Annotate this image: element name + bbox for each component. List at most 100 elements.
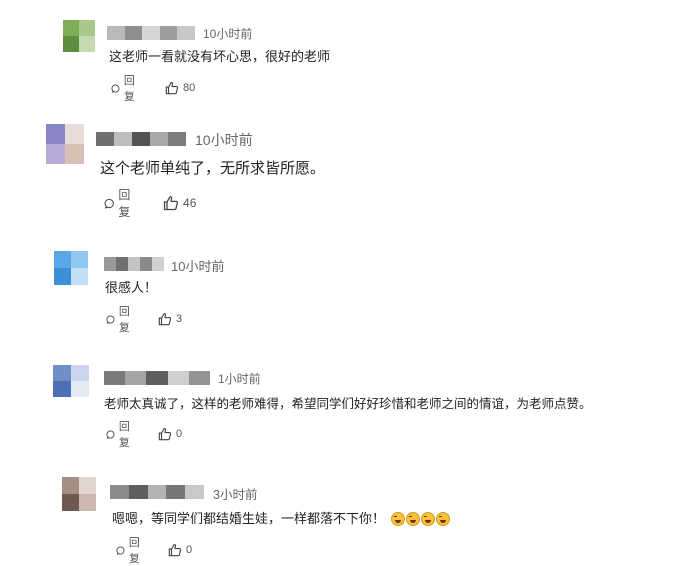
comment-time: 3小时前 bbox=[213, 488, 258, 502]
comment-text-content: 嗯嗯，等同学们都结婚生娃，一样都落不下你！ bbox=[112, 511, 386, 526]
comment-actions: 回复 46 bbox=[104, 186, 196, 220]
reply-bubble-icon bbox=[106, 314, 115, 324]
username-blurred[interactable] bbox=[104, 257, 164, 271]
nick-mosaic-block bbox=[150, 132, 168, 146]
comment-time: 10小时前 bbox=[203, 27, 253, 41]
reply-bubble-icon bbox=[116, 545, 125, 555]
comment-time: 10小时前 bbox=[195, 132, 253, 148]
avatar-pixel bbox=[79, 494, 96, 511]
nick-mosaic-block bbox=[128, 257, 140, 271]
nick-mosaic-block bbox=[185, 485, 204, 499]
like-button[interactable]: 0 bbox=[158, 427, 182, 441]
reply-button[interactable]: 回复 bbox=[106, 418, 134, 450]
like-count: 0 bbox=[186, 544, 193, 556]
thumbs-up-icon bbox=[168, 543, 182, 557]
like-count: 0 bbox=[176, 428, 183, 440]
nick-mosaic-block bbox=[168, 132, 186, 146]
avatar-pixel bbox=[71, 268, 88, 285]
nick-mosaic-block bbox=[125, 371, 147, 385]
reply-button[interactable]: 回复 bbox=[106, 303, 134, 335]
nick-mosaic-block bbox=[110, 485, 129, 499]
nick-mosaic-block bbox=[132, 132, 150, 146]
nick-mosaic-block bbox=[140, 257, 152, 271]
reply-label: 回复 bbox=[118, 421, 130, 449]
comment-time: 1小时前 bbox=[218, 372, 261, 386]
avatar-pixel bbox=[62, 477, 79, 494]
username-blurred[interactable] bbox=[107, 26, 195, 40]
avatar-pixel bbox=[65, 124, 84, 144]
avatar-pixel bbox=[63, 20, 79, 36]
avatar-pixel bbox=[71, 365, 89, 381]
reply-button[interactable]: 回复 bbox=[104, 186, 135, 220]
nick-mosaic-block bbox=[116, 257, 128, 271]
nick-mosaic-block bbox=[114, 132, 132, 146]
nick-mosaic-block bbox=[166, 485, 186, 499]
like-button[interactable]: 46 bbox=[163, 195, 196, 211]
avatar-pixel bbox=[79, 36, 95, 52]
comment-text: 这老师一看就没有坏心思，很好的老师 bbox=[109, 49, 331, 64]
nick-mosaic-block bbox=[142, 26, 160, 40]
comment-text: 很感人！ bbox=[105, 280, 158, 295]
laughing-face-icon bbox=[436, 512, 451, 526]
reply-bubble-icon bbox=[104, 198, 114, 209]
like-count: 46 bbox=[183, 196, 197, 210]
reply-label: 回复 bbox=[118, 306, 130, 334]
reply-label: 回复 bbox=[123, 75, 135, 103]
nick-mosaic-block bbox=[124, 26, 143, 40]
reply-bubble-icon bbox=[111, 83, 120, 93]
nick-mosaic-block bbox=[177, 26, 195, 40]
avatar-pixel bbox=[54, 268, 71, 285]
reply-bubble-icon bbox=[106, 429, 115, 439]
like-count: 80 bbox=[183, 82, 196, 94]
avatar-pixel bbox=[79, 20, 95, 36]
avatar-pixel bbox=[46, 124, 65, 144]
username-blurred[interactable] bbox=[110, 485, 204, 499]
avatar-pixel bbox=[53, 381, 71, 397]
like-button[interactable]: 0 bbox=[168, 543, 192, 557]
avatar-pixel bbox=[54, 251, 71, 268]
avatar-pixel bbox=[63, 36, 79, 52]
avatar-pixel bbox=[79, 477, 96, 494]
avatar-pixel bbox=[65, 144, 84, 164]
reply-label: 回复 bbox=[118, 188, 131, 219]
reply-label: 回复 bbox=[128, 537, 140, 565]
comment-text: 老师太真诚了，这样的老师难得，希望同学们好好珍惜和老师之间的情谊，为老师点赞。 bbox=[104, 397, 592, 411]
laughing-face-icon bbox=[406, 512, 421, 526]
thumbs-up-icon bbox=[165, 81, 179, 95]
nick-mosaic-block bbox=[152, 257, 164, 271]
thumbs-up-icon bbox=[158, 312, 172, 326]
comment-text: 这个老师单纯了，无所求皆所愿。 bbox=[100, 160, 326, 177]
comment-actions: 回复 0 bbox=[106, 418, 182, 450]
laughing-face-icon bbox=[421, 512, 436, 526]
nick-mosaic-block bbox=[104, 257, 116, 271]
laughing-face-icon bbox=[391, 512, 406, 526]
avatar-pixel bbox=[71, 381, 89, 397]
like-button[interactable]: 3 bbox=[158, 312, 182, 326]
avatar[interactable] bbox=[54, 251, 88, 285]
avatar[interactable] bbox=[62, 477, 96, 511]
nick-mosaic-block bbox=[159, 26, 178, 40]
nick-mosaic-block bbox=[188, 371, 210, 385]
reply-button[interactable]: 回复 bbox=[111, 72, 139, 104]
comment-text: 嗯嗯，等同学们都结婚生娃，一样都落不下你！ bbox=[112, 508, 451, 527]
thumbs-up-icon bbox=[163, 196, 179, 211]
comment-time: 10小时前 bbox=[171, 259, 225, 274]
nick-mosaic-block bbox=[128, 485, 148, 499]
avatar[interactable] bbox=[53, 365, 89, 397]
comment-actions: 回复 0 bbox=[116, 534, 192, 566]
avatar[interactable] bbox=[63, 20, 95, 52]
avatar-pixel bbox=[62, 494, 79, 511]
avatar-pixel bbox=[46, 144, 65, 164]
comment-actions: 回复 3 bbox=[106, 303, 182, 335]
thumbs-up-icon bbox=[158, 427, 172, 441]
reply-button[interactable]: 回复 bbox=[116, 534, 144, 566]
avatar[interactable] bbox=[46, 124, 84, 164]
like-button[interactable]: 80 bbox=[165, 81, 195, 95]
username-blurred[interactable] bbox=[96, 132, 186, 146]
nick-mosaic-block bbox=[146, 371, 168, 385]
comment-actions: 回复 80 bbox=[111, 72, 195, 104]
nick-mosaic-block bbox=[96, 132, 114, 146]
emoji-group bbox=[391, 512, 451, 526]
username-blurred[interactable] bbox=[104, 371, 210, 385]
like-count: 3 bbox=[176, 313, 183, 325]
